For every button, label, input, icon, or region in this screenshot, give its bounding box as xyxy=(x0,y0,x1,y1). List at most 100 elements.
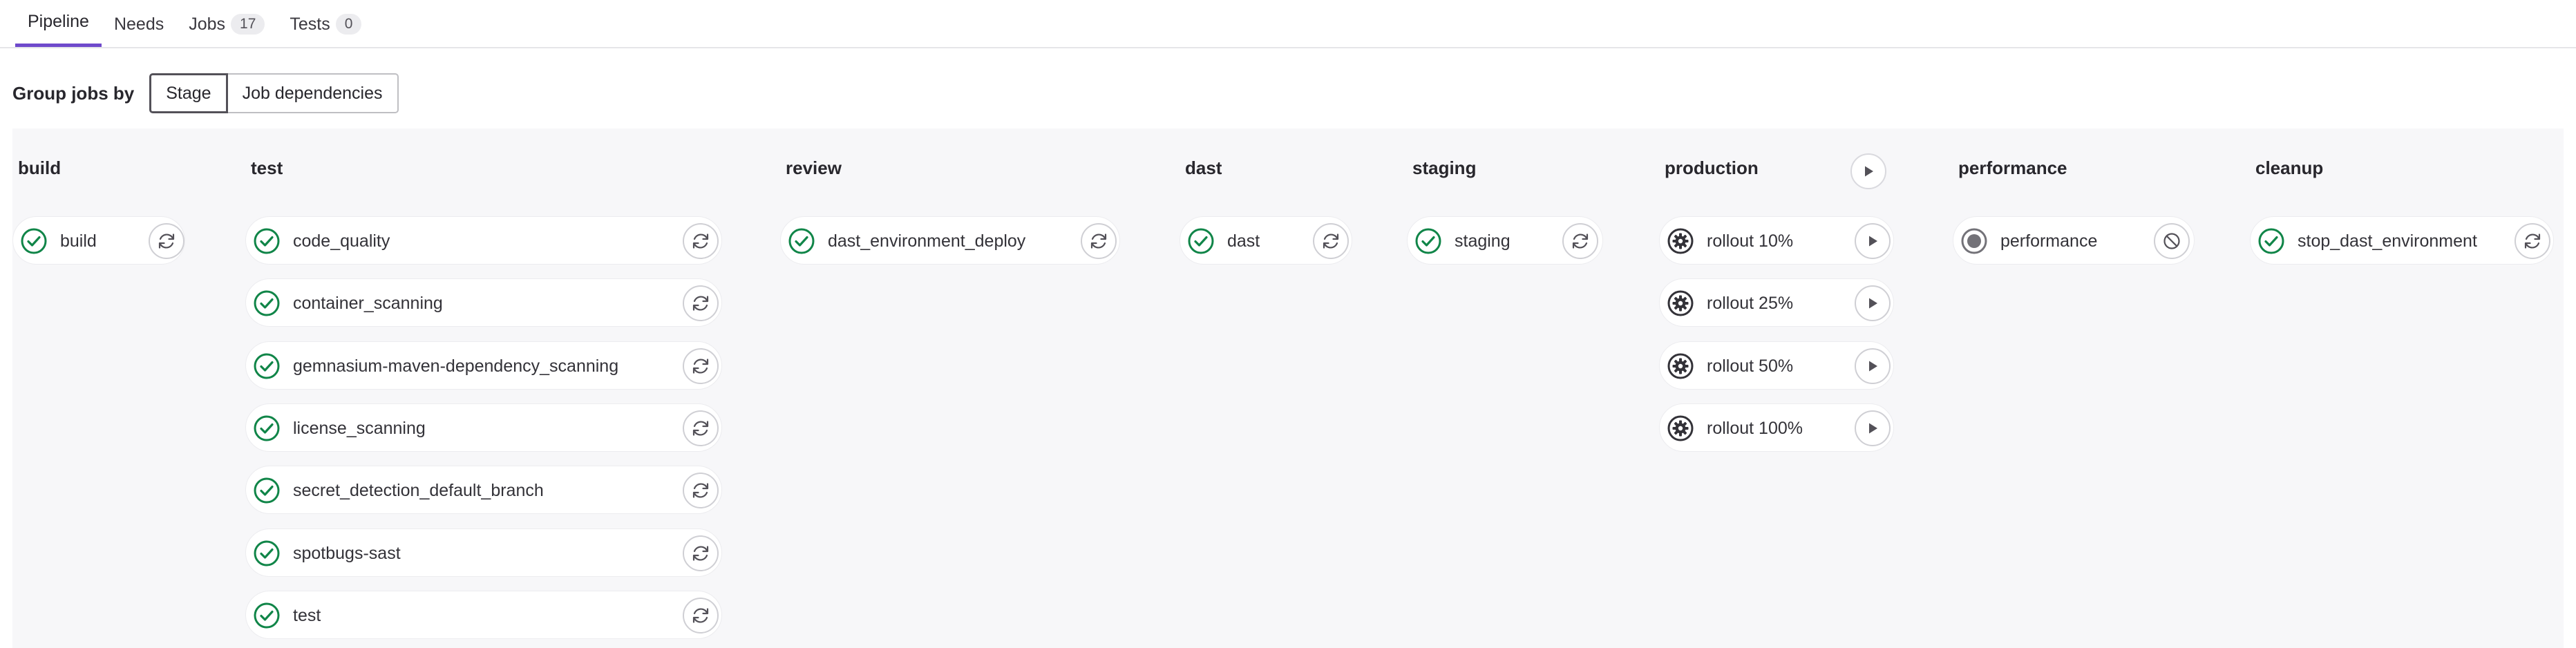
job-name: license_scanning xyxy=(293,418,426,438)
tab-label: Tests xyxy=(290,14,330,34)
success-icon xyxy=(253,289,281,317)
success-icon xyxy=(253,352,281,380)
tab-count-badge: 17 xyxy=(231,14,265,35)
group-by-stage-button[interactable]: Stage xyxy=(149,73,228,113)
job-name: gemnasium-maven-dependency_scanning xyxy=(293,356,619,376)
job-item[interactable]: dast_environment_deploy xyxy=(780,216,1120,265)
job-item[interactable]: container_scanning xyxy=(245,278,722,327)
job-item[interactable]: build xyxy=(12,216,185,265)
play-job-button[interactable] xyxy=(1855,410,1891,446)
manual-gear-icon xyxy=(1667,414,1694,442)
job-name: rollout 25% xyxy=(1707,294,1794,314)
retry-icon xyxy=(692,483,709,498)
job-name: rollout 50% xyxy=(1707,356,1794,376)
job-name: container_scanning xyxy=(293,294,443,314)
retry-job-button[interactable] xyxy=(683,535,719,571)
retry-job-button[interactable] xyxy=(683,285,719,322)
stage-title: production xyxy=(1665,158,1759,178)
job-name: dast_environment_deploy xyxy=(828,231,1026,251)
retry-icon xyxy=(692,358,709,374)
job-item[interactable]: performance xyxy=(1953,216,2195,265)
job-item[interactable]: stop_dast_environment xyxy=(2250,216,2554,265)
manual-gear-icon xyxy=(1667,227,1694,255)
stage-play-all-button[interactable] xyxy=(1850,153,1886,189)
tab-label: Needs xyxy=(113,14,164,34)
tab-needs[interactable]: Needs xyxy=(102,1,176,47)
success-icon xyxy=(1414,227,1442,255)
group-by-toggle: Stage Job dependencies xyxy=(149,73,399,113)
tab-tests[interactable]: Tests 0 xyxy=(277,1,374,47)
job-name: stop_dast_environment xyxy=(2298,231,2477,251)
retry-job-button[interactable] xyxy=(2515,223,2550,259)
success-icon xyxy=(253,540,281,567)
play-job-button[interactable] xyxy=(1855,285,1891,322)
cancel-job-button[interactable] xyxy=(2154,223,2190,259)
retry-job-button[interactable] xyxy=(683,473,719,509)
retry-icon xyxy=(692,234,709,249)
tab-count-badge: 0 xyxy=(335,14,362,35)
success-icon xyxy=(2257,227,2285,255)
retry-job-button[interactable] xyxy=(1081,223,1117,259)
play-icon xyxy=(1869,423,1877,434)
success-icon xyxy=(788,227,815,255)
stage-title: staging xyxy=(1412,158,1477,178)
job-item[interactable]: spotbugs-sast xyxy=(245,528,722,577)
job-item[interactable]: staging xyxy=(1407,216,1603,265)
stage-title: build xyxy=(18,158,61,178)
job-item[interactable]: rollout 25% xyxy=(1659,278,1894,327)
pipeline-tabs: Pipeline Needs Jobs 17 Tests 0 xyxy=(0,0,2576,48)
stage-title: review xyxy=(786,158,842,178)
job-name: spotbugs-sast xyxy=(293,543,401,563)
skipped-icon xyxy=(1960,227,1988,255)
tab-label: Jobs xyxy=(189,14,226,34)
play-icon xyxy=(1869,298,1877,309)
job-item[interactable]: license_scanning xyxy=(245,403,722,452)
retry-job-button[interactable] xyxy=(1313,223,1349,259)
job-item[interactable]: rollout 10% xyxy=(1659,216,1894,265)
play-job-button[interactable] xyxy=(1855,347,1891,384)
retry-icon xyxy=(692,608,709,623)
group-by-job-dependencies-button[interactable]: Job dependencies xyxy=(227,73,399,113)
job-item[interactable]: test xyxy=(245,590,722,639)
tab-label: Pipeline xyxy=(28,12,89,31)
retry-icon xyxy=(1323,234,1339,249)
cancel-icon xyxy=(2163,233,2180,249)
job-name: test xyxy=(293,605,321,625)
retry-job-button[interactable] xyxy=(683,597,719,633)
job-item[interactable]: gemnasium-maven-dependency_scanning xyxy=(245,341,722,390)
play-icon xyxy=(1869,361,1877,372)
job-name: build xyxy=(60,231,97,251)
job-item[interactable]: code_quality xyxy=(245,216,722,265)
group-jobs-by-label: Group jobs by xyxy=(12,82,135,104)
play-job-button[interactable] xyxy=(1855,223,1891,259)
success-icon xyxy=(1187,227,1215,255)
retry-job-button[interactable] xyxy=(683,223,719,259)
manual-gear-icon xyxy=(1667,352,1694,380)
retry-icon xyxy=(692,296,709,311)
retry-icon xyxy=(1090,234,1107,249)
pipeline-graph: build build test code_quality container_scan… xyxy=(12,128,2564,648)
job-name: secret_detection_default_branch xyxy=(293,481,544,501)
tab-jobs[interactable]: Jobs 17 xyxy=(176,1,277,47)
retry-icon xyxy=(692,421,709,436)
job-item[interactable]: dast xyxy=(1180,216,1352,265)
play-icon xyxy=(1865,166,1873,177)
job-name: code_quality xyxy=(293,231,390,251)
job-name: rollout 10% xyxy=(1707,231,1794,251)
retry-job-button[interactable] xyxy=(683,410,719,446)
job-name: staging xyxy=(1455,231,1510,251)
job-item[interactable]: rollout 50% xyxy=(1659,341,1894,390)
job-item[interactable]: rollout 100% xyxy=(1659,403,1894,452)
retry-job-button[interactable] xyxy=(1562,223,1598,259)
tab-pipeline[interactable]: Pipeline xyxy=(15,0,102,47)
success-icon xyxy=(253,477,281,504)
retry-icon xyxy=(158,234,175,249)
retry-job-button[interactable] xyxy=(683,347,719,384)
success-icon xyxy=(253,227,281,255)
stage-title: dast xyxy=(1185,158,1222,178)
success-icon xyxy=(20,227,48,255)
stage-title: cleanup xyxy=(2255,158,2324,178)
job-item[interactable]: secret_detection_default_branch xyxy=(245,466,722,515)
retry-job-button[interactable] xyxy=(149,223,184,259)
job-name: rollout 100% xyxy=(1707,418,1803,438)
